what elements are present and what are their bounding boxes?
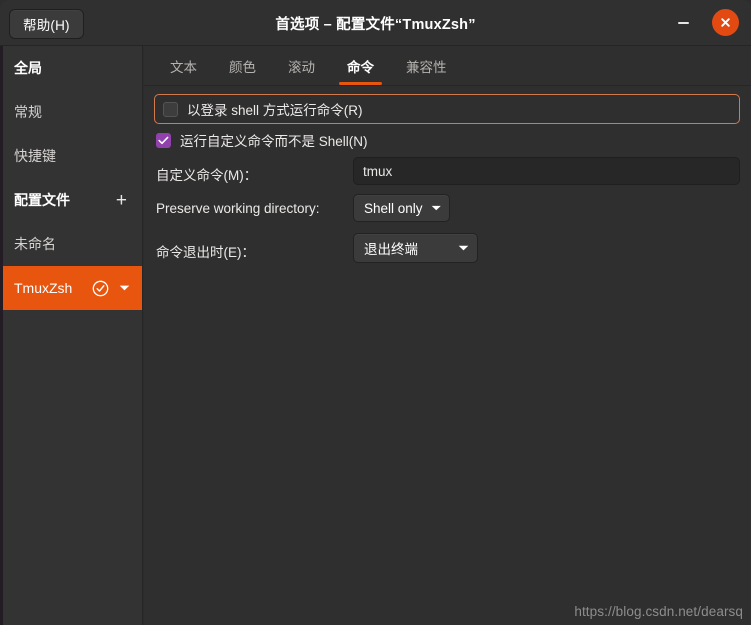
login-shell-checkbox-row[interactable]: 以登录 shell 方式运行命令(R): [154, 94, 740, 124]
sidebar-item-label: 配置文件: [14, 192, 70, 208]
tab-text[interactable]: 文本: [154, 46, 213, 85]
tab-label: 文本: [170, 59, 197, 75]
content-area: 文本 颜色 滚动 命令 兼容性 以登录 shell 方式运行命令(R) 运行自定…: [144, 46, 751, 625]
chevron-down-icon: [431, 205, 441, 211]
sidebar-item-label: 未命名: [14, 236, 56, 252]
tab-colors[interactable]: 颜色: [213, 46, 272, 85]
chevron-down-icon[interactable]: [119, 284, 130, 292]
tab-compatibility[interactable]: 兼容性: [390, 46, 463, 85]
exit-action-value: 退出终端: [364, 242, 418, 257]
minimize-glyph: [677, 22, 689, 24]
sidebar-item-tmuxzsh[interactable]: TmuxZsh: [3, 266, 142, 310]
sidebar-item-general[interactable]: 常规: [3, 90, 142, 134]
sidebar-item-global[interactable]: 全局: [3, 46, 142, 90]
preserve-directory-label: Preserve working directory:: [156, 201, 320, 216]
custom-command-checkbox[interactable]: [156, 132, 171, 148]
command-panel: 以登录 shell 方式运行命令(R) 运行自定义命令而不是 Shell(N) …: [144, 86, 751, 625]
sidebar-item-label: 常规: [14, 104, 42, 120]
window-body: 全局 常规 快捷键 配置文件 + 未命名 TmuxZsh 文本 颜色 滚动 命令…: [0, 46, 751, 625]
tab-label: 兼容性: [406, 59, 447, 75]
sidebar-item-label: 全局: [14, 60, 42, 76]
sidebar-item-label: 快捷键: [14, 148, 56, 164]
chevron-down-icon: [458, 245, 469, 251]
login-shell-label: 以登录 shell 方式运行命令(R): [187, 103, 363, 118]
close-icon[interactable]: [712, 9, 739, 36]
page-title: 首选项 – 配置文件“TmuxZsh”: [275, 17, 476, 33]
watermark-text: https://blog.csdn.net/dearsq: [574, 604, 743, 619]
sidebar: 全局 常规 快捷键 配置文件 + 未命名 TmuxZsh: [3, 46, 143, 625]
checkmark-icon: [158, 136, 169, 144]
sidebar-item-shortcuts[interactable]: 快捷键: [3, 134, 142, 178]
minimize-icon[interactable]: [671, 11, 695, 35]
tab-command[interactable]: 命令: [331, 46, 390, 85]
sidebar-item-unnamed[interactable]: 未命名: [3, 222, 142, 266]
custom-command-field-label: 自定义命令(M)：: [156, 168, 258, 183]
sidebar-item-label: TmuxZsh: [14, 280, 73, 296]
preserve-directory-value: Shell only: [364, 200, 423, 216]
login-shell-checkbox[interactable]: [163, 101, 178, 117]
tab-label: 颜色: [229, 59, 256, 75]
sidebar-item-profiles[interactable]: 配置文件 +: [3, 178, 142, 222]
preferences-window: 帮助(H) 首选项 – 配置文件“TmuxZsh” 全局 常规 快捷键 配置文件…: [0, 0, 751, 625]
add-profile-icon[interactable]: +: [116, 191, 134, 210]
tab-label: 滚动: [288, 59, 315, 75]
help-button-label: 帮助(H): [23, 18, 70, 33]
custom-command-input[interactable]: [353, 157, 740, 185]
sidebar-item-icons: [92, 280, 134, 297]
help-button[interactable]: 帮助(H): [9, 9, 84, 39]
title-bar: 帮助(H) 首选项 – 配置文件“TmuxZsh”: [0, 0, 751, 46]
close-glyph: [721, 18, 730, 27]
tab-bar: 文本 颜色 滚动 命令 兼容性: [144, 46, 751, 86]
preserve-directory-dropdown[interactable]: Shell only: [353, 194, 450, 222]
tab-label: 命令: [347, 59, 374, 75]
exit-action-label: 命令退出时(E)：: [156, 245, 255, 260]
tab-scrolling[interactable]: 滚动: [272, 46, 331, 85]
custom-command-checkbox-row[interactable]: 运行自定义命令而不是 Shell(N): [156, 130, 368, 150]
check-circle-icon[interactable]: [92, 280, 109, 297]
custom-command-toggle-label: 运行自定义命令而不是 Shell(N): [180, 134, 368, 149]
exit-action-dropdown[interactable]: 退出终端: [353, 233, 478, 263]
